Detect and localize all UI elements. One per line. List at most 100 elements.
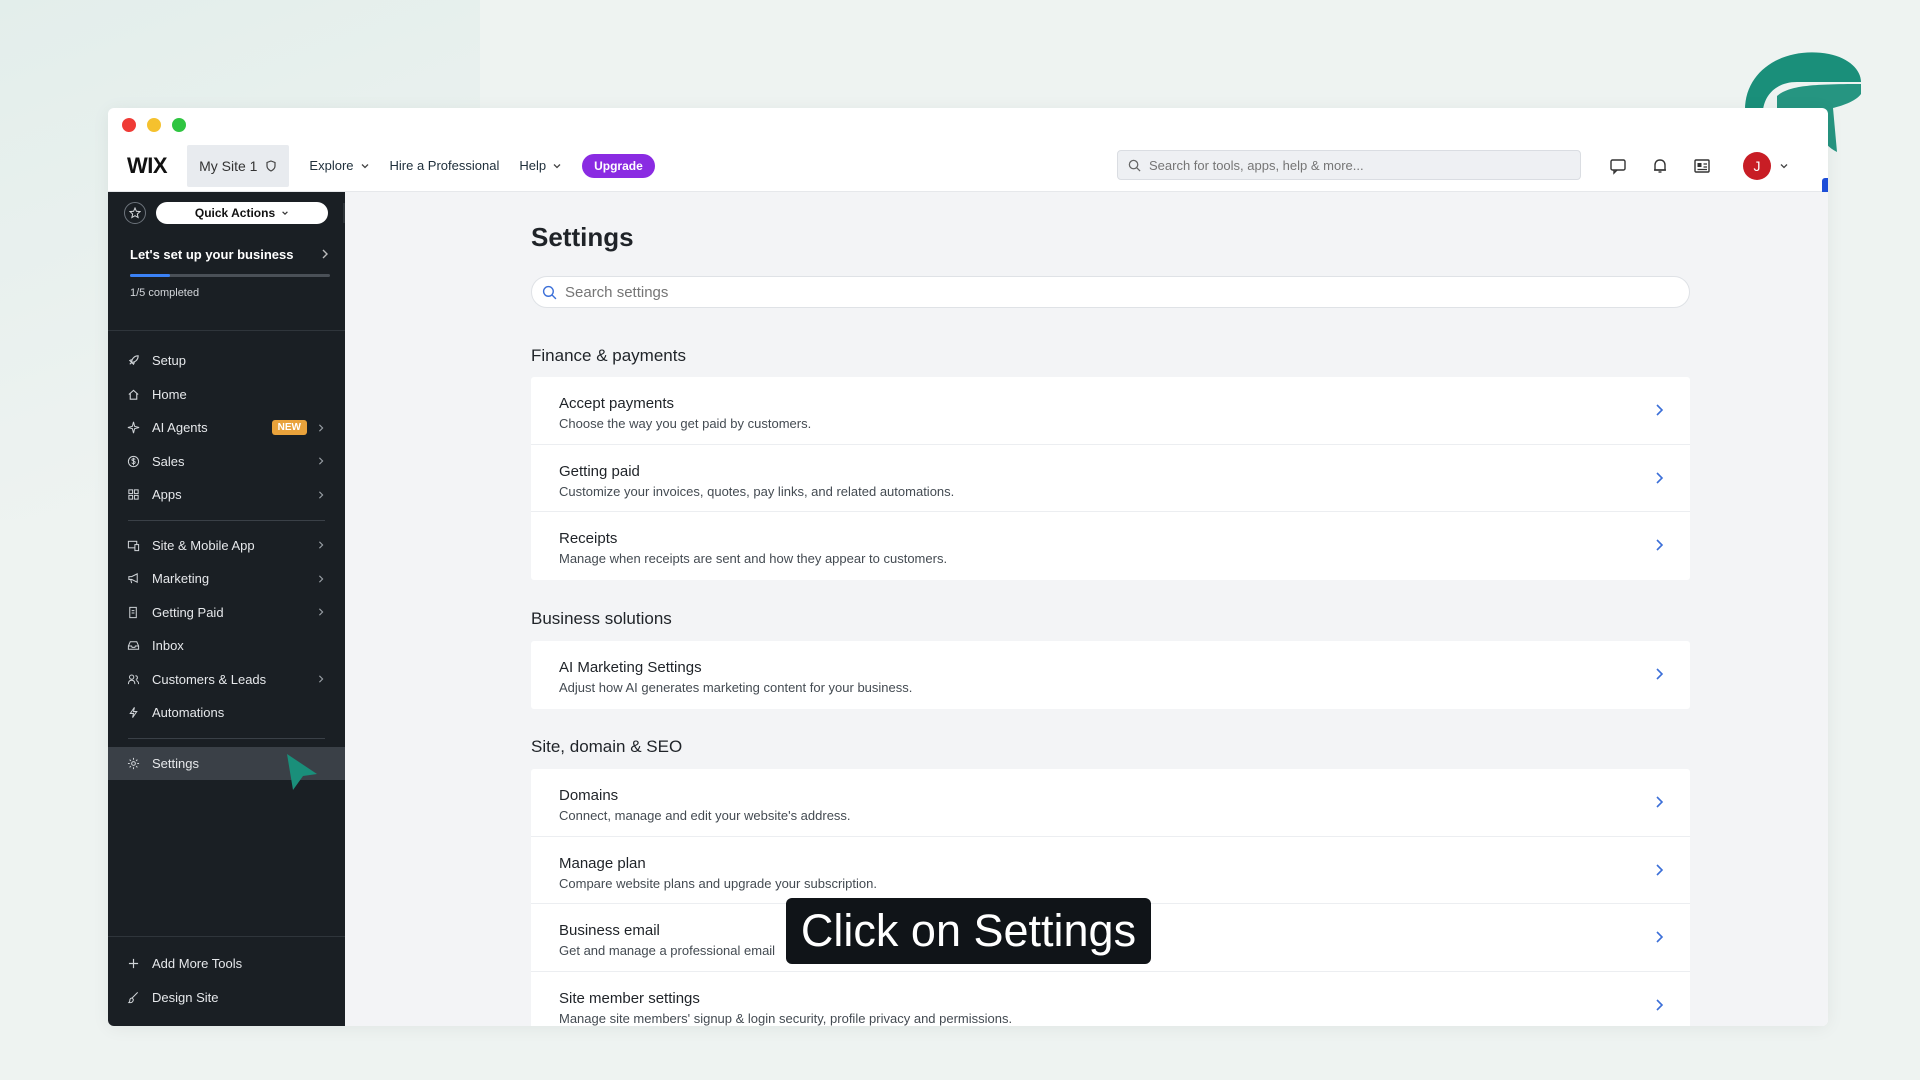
chevron-right-icon	[319, 575, 324, 583]
page-title: Settings	[531, 222, 634, 252]
settings-row-receipts[interactable]: Receipts Manage when receipts are sent a…	[531, 512, 1690, 580]
hire-label: Hire a Professional	[389, 158, 500, 173]
minimize-window-button[interactable]	[147, 118, 161, 132]
sidebar-item-setup[interactable]: Setup	[108, 344, 345, 378]
settings-row-manage-plan[interactable]: Manage plan Compare website plans and up…	[531, 837, 1690, 904]
quick-actions-label: Quick Actions	[194, 206, 276, 220]
setup-progress-card[interactable]: Let's set up your business 1/5 completed	[130, 247, 330, 299]
megaphone-icon	[126, 572, 140, 586]
row-description: Manage site members' signup & login secu…	[559, 1010, 1013, 1026]
tutorial-caption: Click on Settings	[786, 898, 1151, 964]
devices-icon	[126, 538, 140, 552]
sidebar-item-label: Design Site	[152, 989, 219, 1005]
finance-card: Accept payments Choose the way you get p…	[531, 377, 1690, 580]
chevron-right-icon	[319, 608, 324, 616]
browser-window: WIX My Site 1 Explore Hire a Professiona…	[108, 108, 1828, 1026]
row-title: AI Marketing Settings	[559, 659, 702, 676]
newsfeed-icon[interactable]	[1692, 156, 1712, 176]
sidebar-item-automations[interactable]: Automations	[108, 696, 345, 730]
row-title: Accept payments	[559, 395, 675, 412]
row-description: Customize your invoices, quotes, pay lin…	[559, 483, 955, 499]
global-search-input[interactable]	[1149, 157, 1569, 173]
sidebar-item-home[interactable]: Home	[108, 378, 345, 412]
bolt-icon	[126, 706, 140, 720]
sidebar: Quick Actions Let's set up your business…	[108, 192, 361, 1026]
sidebar-item-label: Getting Paid	[152, 604, 224, 620]
sidebar-item-design-site[interactable]: Design Site	[108, 981, 345, 1015]
wix-logo[interactable]: WIX	[127, 153, 168, 179]
shield-icon	[266, 159, 277, 172]
hire-professional-link[interactable]: Hire a Professional	[390, 158, 500, 173]
row-description: Adjust how AI generates marketing conten…	[559, 680, 913, 695]
account-menu[interactable]: J	[1743, 152, 1789, 180]
upgrade-button[interactable]: Upgrade	[582, 153, 655, 178]
rocket-icon	[126, 354, 140, 368]
settings-search-input[interactable]	[565, 283, 1665, 301]
sidebar-separator	[128, 737, 325, 739]
sidebar-item-label: Add More Tools	[152, 956, 243, 972]
business-solutions-card: AI Marketing Settings Adjust how AI gene…	[531, 641, 1690, 709]
row-title: Receipts	[559, 530, 618, 547]
chat-icon[interactable]	[1608, 156, 1628, 176]
dollar-icon	[126, 454, 140, 468]
top-icon-group	[1608, 140, 1712, 192]
sidebar-item-sales[interactable]: Sales	[108, 445, 345, 479]
help-menu[interactable]: Help	[519, 158, 562, 173]
sidebar-item-label: Marketing	[152, 571, 210, 587]
row-title: Domains	[559, 787, 619, 804]
apps-icon	[126, 488, 140, 502]
sidebar-item-marketing[interactable]: Marketing	[108, 562, 345, 596]
search-icon	[1128, 159, 1141, 172]
quick-actions-row: Quick Actions	[124, 202, 328, 224]
sidebar-item-ai-agents[interactable]: AI Agents NEW	[108, 411, 345, 445]
window-titlebar	[108, 108, 1828, 140]
sidebar-item-getting-paid[interactable]: Getting Paid	[108, 596, 345, 630]
settings-search[interactable]	[531, 276, 1690, 308]
settings-row-domains[interactable]: Domains Connect, manage and edit your we…	[531, 769, 1690, 837]
star-icon[interactable]	[124, 202, 146, 224]
avatar[interactable]: J	[1743, 152, 1771, 180]
plus-icon	[126, 957, 140, 971]
chevron-right-icon	[1656, 404, 1664, 416]
chevron-down-icon	[553, 163, 561, 168]
inbox-icon	[126, 639, 140, 653]
settings-row-getting-paid[interactable]: Getting paid Customize your invoices, qu…	[531, 445, 1690, 512]
global-search[interactable]	[1117, 150, 1581, 180]
sidebar-item-add-more-tools[interactable]: Add More Tools	[108, 947, 345, 981]
chevron-right-icon	[319, 424, 324, 432]
quick-actions-button[interactable]: Quick Actions	[156, 202, 328, 224]
sidebar-item-customers-leads[interactable]: Customers & Leads	[108, 663, 345, 697]
settings-row-site-member[interactable]: Site member settings Manage site members…	[531, 972, 1690, 1027]
top-navigation: WIX My Site 1 Explore Hire a Professiona…	[108, 140, 1828, 208]
row-title: Getting paid	[559, 462, 640, 480]
sidebar-item-label: Automations	[152, 705, 225, 721]
chevron-right-icon	[1656, 863, 1664, 876]
close-window-button[interactable]	[122, 118, 136, 132]
sidebar-item-apps[interactable]: Apps	[108, 478, 345, 512]
site-name: My Site 1	[199, 157, 258, 174]
chevron-right-icon	[1656, 931, 1664, 943]
explore-menu[interactable]: Explore	[309, 158, 369, 173]
chevron-right-icon	[319, 457, 324, 465]
chevron-right-icon	[1656, 471, 1664, 484]
sidebar-item-label: Inbox	[152, 638, 184, 654]
people-icon	[126, 672, 140, 686]
section-title-site-domain-seo: Site, domain & SEO	[531, 737, 683, 756]
sidebar-item-label: Sales	[152, 453, 185, 469]
explore-label: Explore	[309, 158, 354, 173]
sidebar-item-label: Apps	[152, 487, 182, 503]
row-title: Manage plan	[559, 854, 646, 872]
bell-icon[interactable]	[1650, 156, 1670, 176]
setup-progress-bar	[130, 274, 330, 277]
row-title: Site member settings	[559, 989, 700, 1007]
sidebar-item-label: Site & Mobile App	[152, 537, 255, 553]
chevron-down-icon	[1780, 164, 1788, 169]
site-switcher[interactable]: My Site 1	[187, 144, 290, 187]
sidebar-item-site-mobile-app[interactable]: Site & Mobile App	[108, 529, 345, 563]
sidebar-item-inbox[interactable]: Inbox	[108, 629, 345, 663]
settings-row-ai-marketing[interactable]: AI Marketing Settings Adjust how AI gene…	[531, 641, 1690, 709]
sidebar-divider	[108, 330, 345, 331]
maximize-window-button[interactable]	[172, 118, 186, 132]
settings-row-accept-payments[interactable]: Accept payments Choose the way you get p…	[531, 377, 1690, 445]
sidebar-item-label: Setup	[152, 353, 186, 369]
